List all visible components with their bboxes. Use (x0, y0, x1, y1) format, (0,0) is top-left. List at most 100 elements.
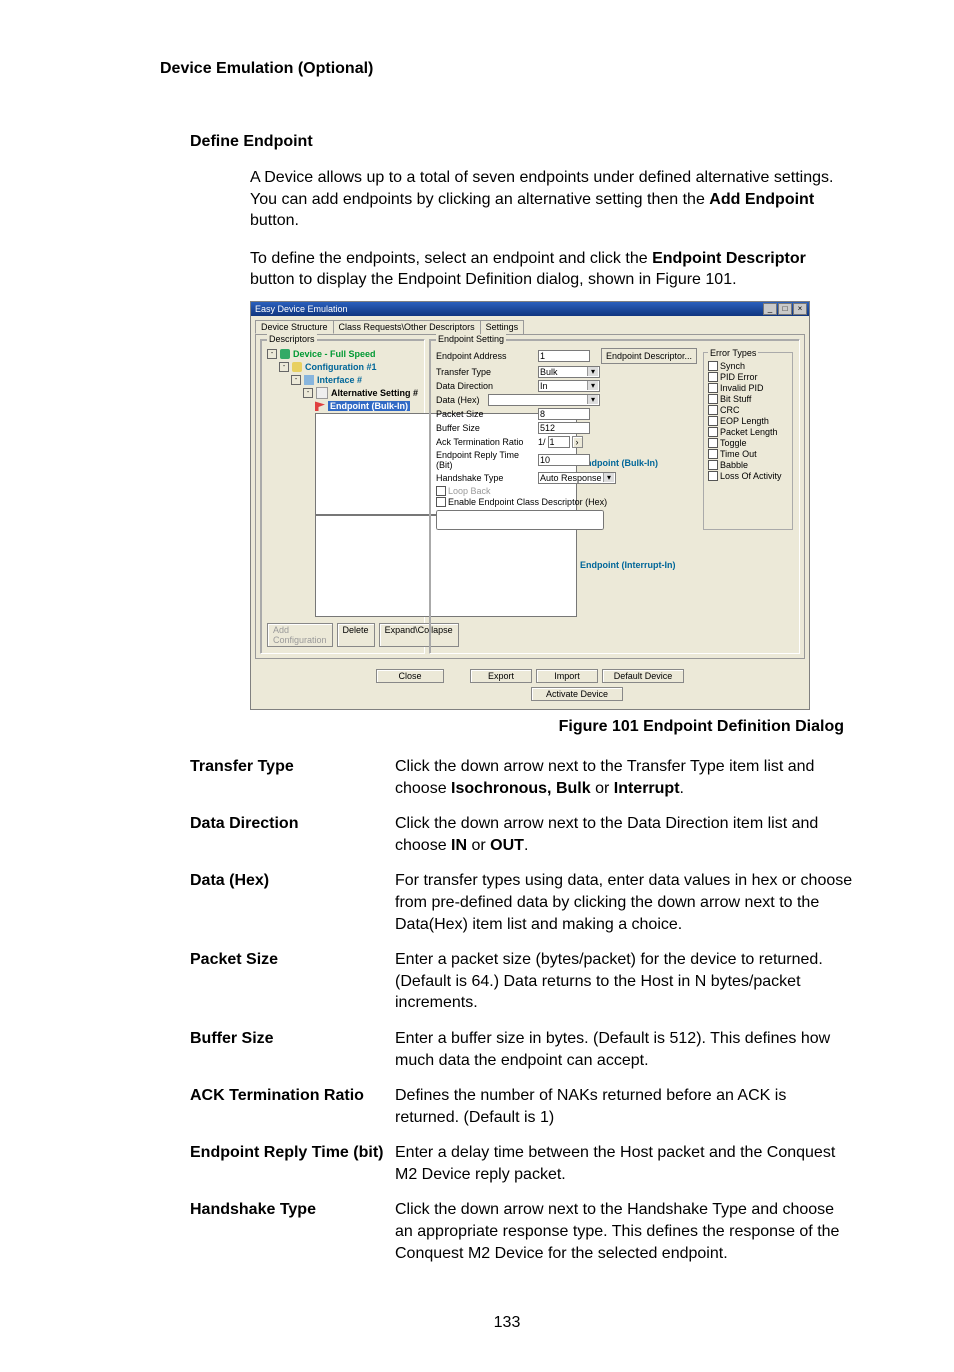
error-checkbox[interactable] (708, 405, 718, 415)
tree-node-alt[interactable]: Alternative Setting # (331, 387, 418, 400)
tree-node-device[interactable]: Device - Full Speed (293, 348, 376, 361)
transfer-type-select[interactable]: Bulk▾ (538, 366, 600, 378)
error-type-item: Toggle (708, 438, 788, 449)
error-checkbox[interactable] (708, 394, 718, 404)
tab-strip: Device Structure Class Requests\Other De… (251, 316, 809, 334)
definition-description: Enter a delay time between the Host pack… (395, 1142, 854, 1185)
label-loopback: Loop Back (448, 486, 491, 497)
text: button. (250, 212, 299, 229)
subhead-define-endpoint: Define Endpoint (190, 133, 854, 151)
error-type-item: EOP Length (708, 416, 788, 427)
group-title: Endpoint Setting (436, 334, 506, 344)
definition-row: ACK Termination RatioDefines the number … (190, 1085, 854, 1128)
endpoint-address-input[interactable] (538, 350, 590, 362)
config-icon (292, 362, 302, 372)
delete-button[interactable]: Delete (337, 623, 375, 647)
definition-row: Buffer SizeEnter a buffer size in bytes.… (190, 1028, 854, 1071)
endpoint-descriptor-button[interactable]: Endpoint Descriptor... (601, 348, 697, 364)
definition-description: Click the down arrow next to the Data Di… (395, 813, 854, 856)
definition-row: Transfer TypeClick the down arrow next t… (190, 756, 854, 799)
error-checkbox[interactable] (708, 372, 718, 382)
descriptors-group: Descriptors -Device - Full Speed -Config… (260, 339, 425, 654)
definition-description: For transfer types using data, enter dat… (395, 870, 854, 935)
tree[interactable]: -Device - Full Speed -Configuration #1 -… (267, 348, 418, 617)
definition-term: ACK Termination Ratio (190, 1085, 395, 1107)
device-icon (280, 349, 290, 359)
minimize-button[interactable]: _ (763, 303, 777, 315)
definitions-table: Transfer TypeClick the down arrow next t… (190, 756, 854, 1264)
label-data-hex: Data (Hex) (436, 395, 486, 405)
error-checkbox[interactable] (708, 471, 718, 481)
error-label: Packet Length (720, 427, 778, 438)
error-type-item: PID Error (708, 372, 788, 383)
definition-row: Packet SizeEnter a packet size (bytes/pa… (190, 949, 854, 1014)
class-descriptor-input[interactable] (436, 510, 604, 530)
close-button[interactable]: × (793, 303, 807, 315)
alt-setting-icon (316, 387, 328, 399)
bold-add-endpoint: Add Endpoint (709, 191, 814, 208)
label-data-direction: Data Direction (436, 381, 536, 391)
import-button[interactable]: Import (536, 669, 598, 683)
chevron-down-icon: ▾ (587, 367, 598, 376)
dialog-title: Easy Device Emulation (255, 304, 348, 314)
error-checkbox[interactable] (708, 416, 718, 426)
data-hex-select[interactable]: ▾ (488, 394, 600, 406)
enable-class-descriptor-checkbox[interactable] (436, 497, 446, 507)
handshake-type-select[interactable]: Auto Response▾ (538, 472, 616, 484)
tree-node-config[interactable]: Configuration #1 (305, 361, 377, 374)
label-endpoint-address: Endpoint Address (436, 351, 536, 361)
error-checkbox[interactable] (708, 383, 718, 393)
maximize-button[interactable]: □ (778, 303, 792, 315)
tree-toggle-icon[interactable]: - (279, 362, 289, 372)
error-label: Babble (720, 460, 748, 471)
titlebar: Easy Device Emulation _ □ × (251, 302, 809, 316)
definition-description: Defines the number of NAKs returned befo… (395, 1085, 854, 1128)
loopback-checkbox[interactable] (436, 486, 446, 496)
tab-class-requests[interactable]: Class Requests\Other Descriptors (333, 320, 481, 334)
definition-term: Transfer Type (190, 756, 395, 778)
error-type-item: Packet Length (708, 427, 788, 438)
error-label: CRC (720, 405, 740, 416)
definition-description: Click the down arrow next to the Transfe… (395, 756, 854, 799)
label-endpoint-reply-time: Endpoint Reply Time (Bit) (436, 450, 536, 470)
export-button[interactable]: Export (470, 669, 532, 683)
error-label: Loss Of Activity (720, 471, 782, 482)
error-checkbox[interactable] (708, 449, 718, 459)
buffer-size-input[interactable] (538, 422, 590, 434)
error-type-item: Bit Stuff (708, 394, 788, 405)
definition-description: Click the down arrow next to the Handsha… (395, 1199, 854, 1264)
error-type-item: Time Out (708, 449, 788, 460)
chevron-down-icon: ▾ (587, 381, 598, 390)
intro-paragraph-2: To define the endpoints, select an endpo… (250, 248, 854, 291)
label-handshake-type: Handshake Type (436, 473, 536, 483)
ack-termination-ratio-input[interactable] (548, 436, 570, 448)
endpoint-reply-time-input[interactable] (538, 454, 590, 466)
definition-row: Endpoint Reply Time (bit)Enter a delay t… (190, 1142, 854, 1185)
tree-node-endpoint-1[interactable]: Endpoint (Bulk-In) (328, 400, 410, 413)
tree-toggle-icon[interactable]: - (303, 388, 313, 398)
tree-node-interface[interactable]: Interface # (317, 374, 362, 387)
packet-size-input[interactable] (538, 408, 590, 420)
error-type-item: Babble (708, 460, 788, 471)
activate-device-button[interactable]: Activate Device (531, 687, 623, 701)
definition-term: Packet Size (190, 949, 395, 971)
error-checkbox[interactable] (708, 460, 718, 470)
interface-icon (304, 375, 314, 385)
definition-description: Enter a buffer size in bytes. (Default i… (395, 1028, 854, 1071)
tree-toggle-icon[interactable]: - (291, 375, 301, 385)
dialog-easy-device-emulation: Easy Device Emulation _ □ × Device Struc… (250, 301, 810, 710)
tree-toggle-icon[interactable]: - (267, 349, 277, 359)
tab-settings[interactable]: Settings (480, 320, 525, 334)
close-dialog-button[interactable]: Close (376, 669, 444, 683)
page-number: 133 (160, 1314, 854, 1332)
tab-device-structure[interactable]: Device Structure (255, 320, 334, 334)
label-transfer-type: Transfer Type (436, 367, 536, 377)
error-checkbox[interactable] (708, 361, 718, 371)
error-checkbox[interactable] (708, 438, 718, 448)
default-device-button[interactable]: Default Device (602, 669, 684, 683)
data-direction-select[interactable]: In▾ (538, 380, 600, 392)
atr-spinner-button[interactable]: › (572, 436, 583, 448)
add-configuration-button[interactable]: Add Configuration (267, 623, 333, 647)
error-checkbox[interactable] (708, 427, 718, 437)
section-header: Device Emulation (Optional) (160, 60, 854, 78)
